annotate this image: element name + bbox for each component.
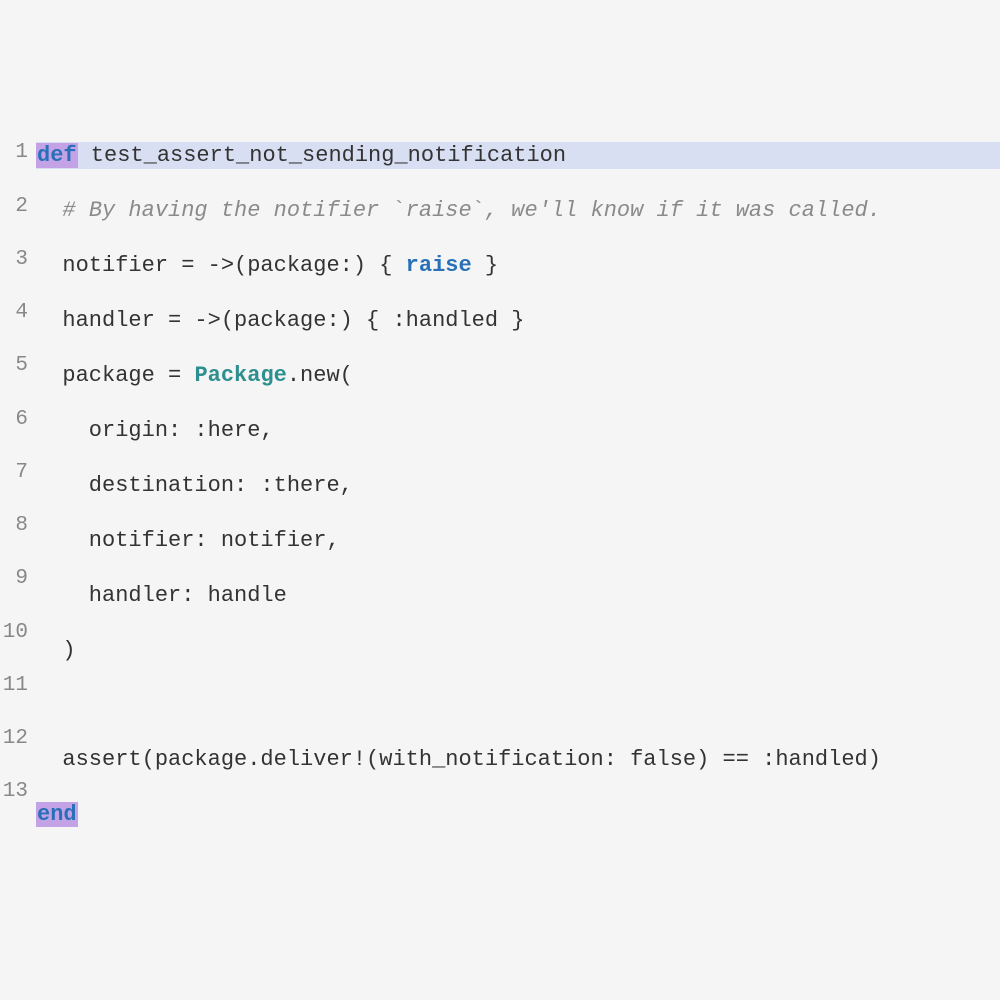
code-line[interactable]: notifier = ->(package:) { raise } (36, 252, 1000, 280)
code-line[interactable]: def test_assert_not_sending_notification (36, 142, 1000, 170)
line-number: 9 (0, 566, 28, 593)
line-number: 2 (0, 194, 28, 221)
line-number: 8 (0, 513, 28, 540)
keyword-def: def (36, 143, 78, 168)
line-number: 4 (0, 300, 28, 327)
code-text: handler = ->(package:) { :handled } (36, 308, 524, 333)
code-editor[interactable]: 1 2 3 4 5 6 7 8 9 10 11 12 13 def test_a… (0, 110, 1000, 884)
code-text: package = (36, 363, 194, 388)
code-text: } (472, 253, 498, 278)
code-text: notifier = ->(package:) { (36, 253, 406, 278)
code-line[interactable]: package = Package.new( (36, 362, 1000, 390)
line-number: 13 (0, 779, 28, 806)
line-number: 10 (0, 620, 28, 647)
line-number: 12 (0, 726, 28, 753)
code-line[interactable]: destination: :there, (36, 472, 1000, 500)
code-line[interactable]: end (36, 801, 1000, 829)
code-line[interactable]: notifier: notifier, (36, 527, 1000, 555)
constant: Package (194, 363, 286, 388)
code-text: notifier: notifier, (36, 528, 340, 553)
line-number: 1 (0, 140, 28, 167)
code-text: assert(package.deliver!(with_notificatio… (36, 747, 881, 772)
code-text: .new( (287, 363, 353, 388)
code-line[interactable]: assert(package.deliver!(with_notificatio… (36, 746, 1000, 774)
keyword-end: end (36, 802, 78, 827)
code-line[interactable] (36, 692, 1000, 719)
code-area[interactable]: def test_assert_not_sending_notification… (36, 114, 1000, 884)
code-line[interactable]: ) (36, 637, 1000, 665)
method-name: test_assert_not_sending_notification (78, 143, 566, 168)
code-text: destination: :there, (36, 473, 353, 498)
code-line[interactable]: origin: :here, (36, 417, 1000, 445)
line-number: 6 (0, 407, 28, 434)
code-text: handler: handle (36, 583, 287, 608)
line-number-gutter: 1 2 3 4 5 6 7 8 9 10 11 12 13 (0, 114, 36, 884)
line-number: 5 (0, 353, 28, 380)
keyword-raise: raise (406, 253, 472, 278)
comment: # By having the notifier `raise`, we'll … (36, 198, 881, 223)
code-line[interactable]: handler: handle (36, 582, 1000, 610)
line-number: 7 (0, 460, 28, 487)
code-line[interactable]: handler = ->(package:) { :handled } (36, 307, 1000, 335)
line-number: 3 (0, 247, 28, 274)
line-number: 11 (0, 673, 28, 700)
code-text: origin: :here, (36, 418, 274, 443)
code-text: ) (36, 638, 76, 663)
code-line[interactable]: # By having the notifier `raise`, we'll … (36, 197, 1000, 225)
